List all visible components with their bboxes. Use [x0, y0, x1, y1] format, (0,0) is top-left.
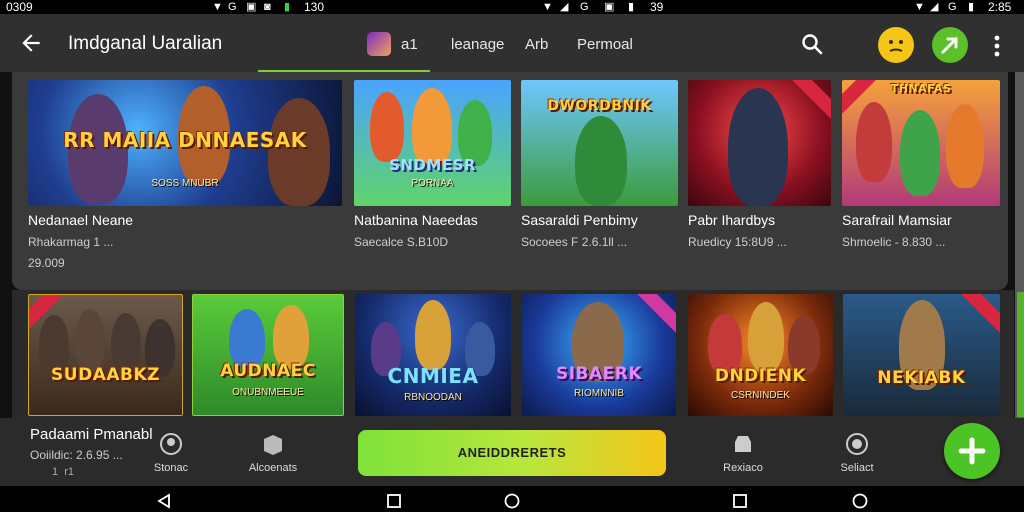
game-card[interactable]: DWORDBNIK — [521, 80, 678, 206]
game-logo: RR MAIIA DNNAESAK — [63, 128, 307, 152]
game-logo: CNMIEA — [387, 364, 479, 388]
battery-icon: ▮ — [628, 1, 635, 13]
game-card[interactable]: SIBAERK RIOMNNIB — [522, 294, 676, 416]
tab-a1[interactable]: a1 — [401, 36, 418, 53]
bottom-nav: Padaami Pmanabl Ooiildic: 2.6.95 ... 1 r… — [0, 418, 1024, 486]
game-logo-subtitle: RBNOODAN — [404, 392, 462, 403]
game-logo: SUDAABKZ — [51, 365, 160, 385]
game-logo-subtitle: RIOMNNIB — [574, 388, 624, 399]
status-time-center-right: 39 — [650, 0, 664, 14]
store-icon — [735, 436, 751, 452]
signal-icon: ◢ — [560, 1, 569, 13]
person-icon — [160, 433, 182, 455]
card-title: Sarafrail Mamsiar — [842, 212, 952, 228]
app-bar: Imdganal Uaralian a1 leanage Arb Permoal — [0, 14, 1024, 72]
game-card[interactable]: DNDIENK CSRNINDEK — [688, 294, 833, 416]
status-time-left: 0309 — [6, 0, 33, 14]
app-title: Imdganal Uaralian — [68, 33, 223, 54]
card-title: Nedanael Neane — [28, 212, 134, 228]
tab-arb[interactable]: Arb — [525, 36, 548, 53]
game-logo: AUDNAEC — [220, 361, 316, 381]
system-nav-bar — [0, 486, 1024, 512]
game-logo: NEKIABK — [877, 368, 966, 388]
nav-label: Alcoenats — [248, 462, 298, 474]
recents-square-icon[interactable] — [732, 493, 748, 509]
nav-label: Stonac — [153, 462, 189, 474]
tab-leanage[interactable]: leanage — [451, 36, 504, 53]
game-logo-subtitle: PORNAA — [411, 178, 454, 189]
home-circle-icon[interactable] — [504, 493, 520, 509]
game-card[interactable]: AUDNAEC ONUBNMEEUE — [192, 294, 344, 416]
app-thumbnail-icon[interactable] — [367, 32, 391, 56]
game-logo-subtitle: ONUBNMEEUE — [232, 387, 304, 398]
card-subtitle: Shmoelic - 8.830 ... — [842, 235, 946, 249]
back-triangle-icon[interactable] — [156, 493, 172, 509]
box-icon — [264, 435, 282, 455]
now-playing-subtitle: Ooiildic: 2.6.95 ... — [30, 448, 123, 462]
card-title: Sasaraldi Penbimy — [521, 212, 638, 228]
game-logo: DNDIENK — [714, 366, 807, 386]
nav-label: Rexiaco — [723, 462, 763, 474]
recents-square-icon[interactable] — [386, 493, 402, 509]
now-playing-title: Padaami Pmanabl — [30, 426, 153, 443]
back-arrow-icon[interactable] — [18, 30, 44, 56]
battery-icon: ▮ — [968, 1, 975, 13]
game-logo-subtitle: SOSS MNUBR — [151, 178, 219, 189]
nav-label: Seliact — [840, 462, 874, 474]
game-card[interactable]: RR MAIIA DNNAESAK SOSS MNUBR — [28, 80, 342, 206]
nav-item-rexiaco[interactable]: Rexiaco — [708, 432, 778, 474]
next-card-peek — [1017, 292, 1024, 417]
card-title: Natbanina Naeedas — [354, 212, 478, 228]
card-title: Pabr Ihardbys — [688, 212, 776, 228]
wifi-icon: ▼ — [542, 1, 553, 13]
nav-item-alcoenats[interactable]: Alcoenats — [238, 432, 308, 474]
game-card[interactable]: NEKIABK — [843, 294, 1000, 416]
battery-icon: ▮ — [284, 1, 291, 13]
status-bar: 0309 ▼ G ▣ ◙ ▮ 130 ▼ ◢ G ▣ ▮ 39 ▼ ◢ G ▮ … — [0, 0, 1024, 14]
status-time-right: 2:85 — [988, 0, 1012, 14]
card-subtitle: Rhakarmag 1 ... — [28, 235, 114, 249]
game-logo: SNDMESR — [389, 156, 476, 174]
now-playing-extra: 1 r1 — [52, 466, 75, 478]
app-icon: ◙ — [264, 1, 271, 13]
home-circle-icon[interactable] — [852, 493, 868, 509]
game-card[interactable]: SNDMESR PORNAA — [354, 80, 511, 206]
card-subtitle: Socoees F 2.6.1ll ... — [521, 235, 628, 249]
nav-item-seliact[interactable]: Seliact — [822, 432, 892, 474]
game-logo: SIBAERK — [555, 364, 643, 384]
image-icon: ▣ — [604, 1, 615, 13]
game-card[interactable]: THNAFAS — [842, 80, 1000, 206]
game-logo-subtitle: CSRNINDEK — [731, 390, 790, 401]
signal-icon: ◢ — [930, 1, 939, 13]
sync-icon: G — [948, 1, 957, 13]
game-card[interactable]: CNMIEA RBNOODAN — [355, 294, 511, 416]
tab-permoal[interactable]: Permoal — [577, 36, 633, 53]
search-icon[interactable] — [800, 32, 824, 56]
wifi-icon: ▼ — [212, 1, 223, 13]
card-subtitle: Saecalce S.B10D — [354, 235, 449, 249]
primary-action-button[interactable]: ANEIDDRERETS — [358, 430, 666, 476]
add-fab-icon[interactable] — [944, 423, 1000, 479]
wifi-icon: ▼ — [914, 1, 925, 13]
card-subtitle: Ruedicy 15:8U9 ... — [688, 235, 787, 249]
more-vert-icon[interactable] — [993, 35, 1001, 57]
emoji-face-icon[interactable] — [878, 27, 914, 63]
game-logo: DWORDBNIK — [547, 98, 652, 114]
game-card[interactable] — [688, 80, 831, 206]
sync-icon: G — [580, 1, 589, 13]
card-extra: 29.009 — [28, 256, 65, 270]
status-time-center: 130 — [304, 0, 325, 14]
share-arrow-icon[interactable] — [932, 27, 968, 63]
nav-item-stonac[interactable]: Stonac — [136, 432, 206, 474]
image-icon: ▣ — [246, 1, 257, 13]
game-card[interactable]: SUDAABKZ — [28, 294, 183, 416]
face-icon — [846, 433, 868, 455]
sync-icon: G — [228, 1, 237, 13]
